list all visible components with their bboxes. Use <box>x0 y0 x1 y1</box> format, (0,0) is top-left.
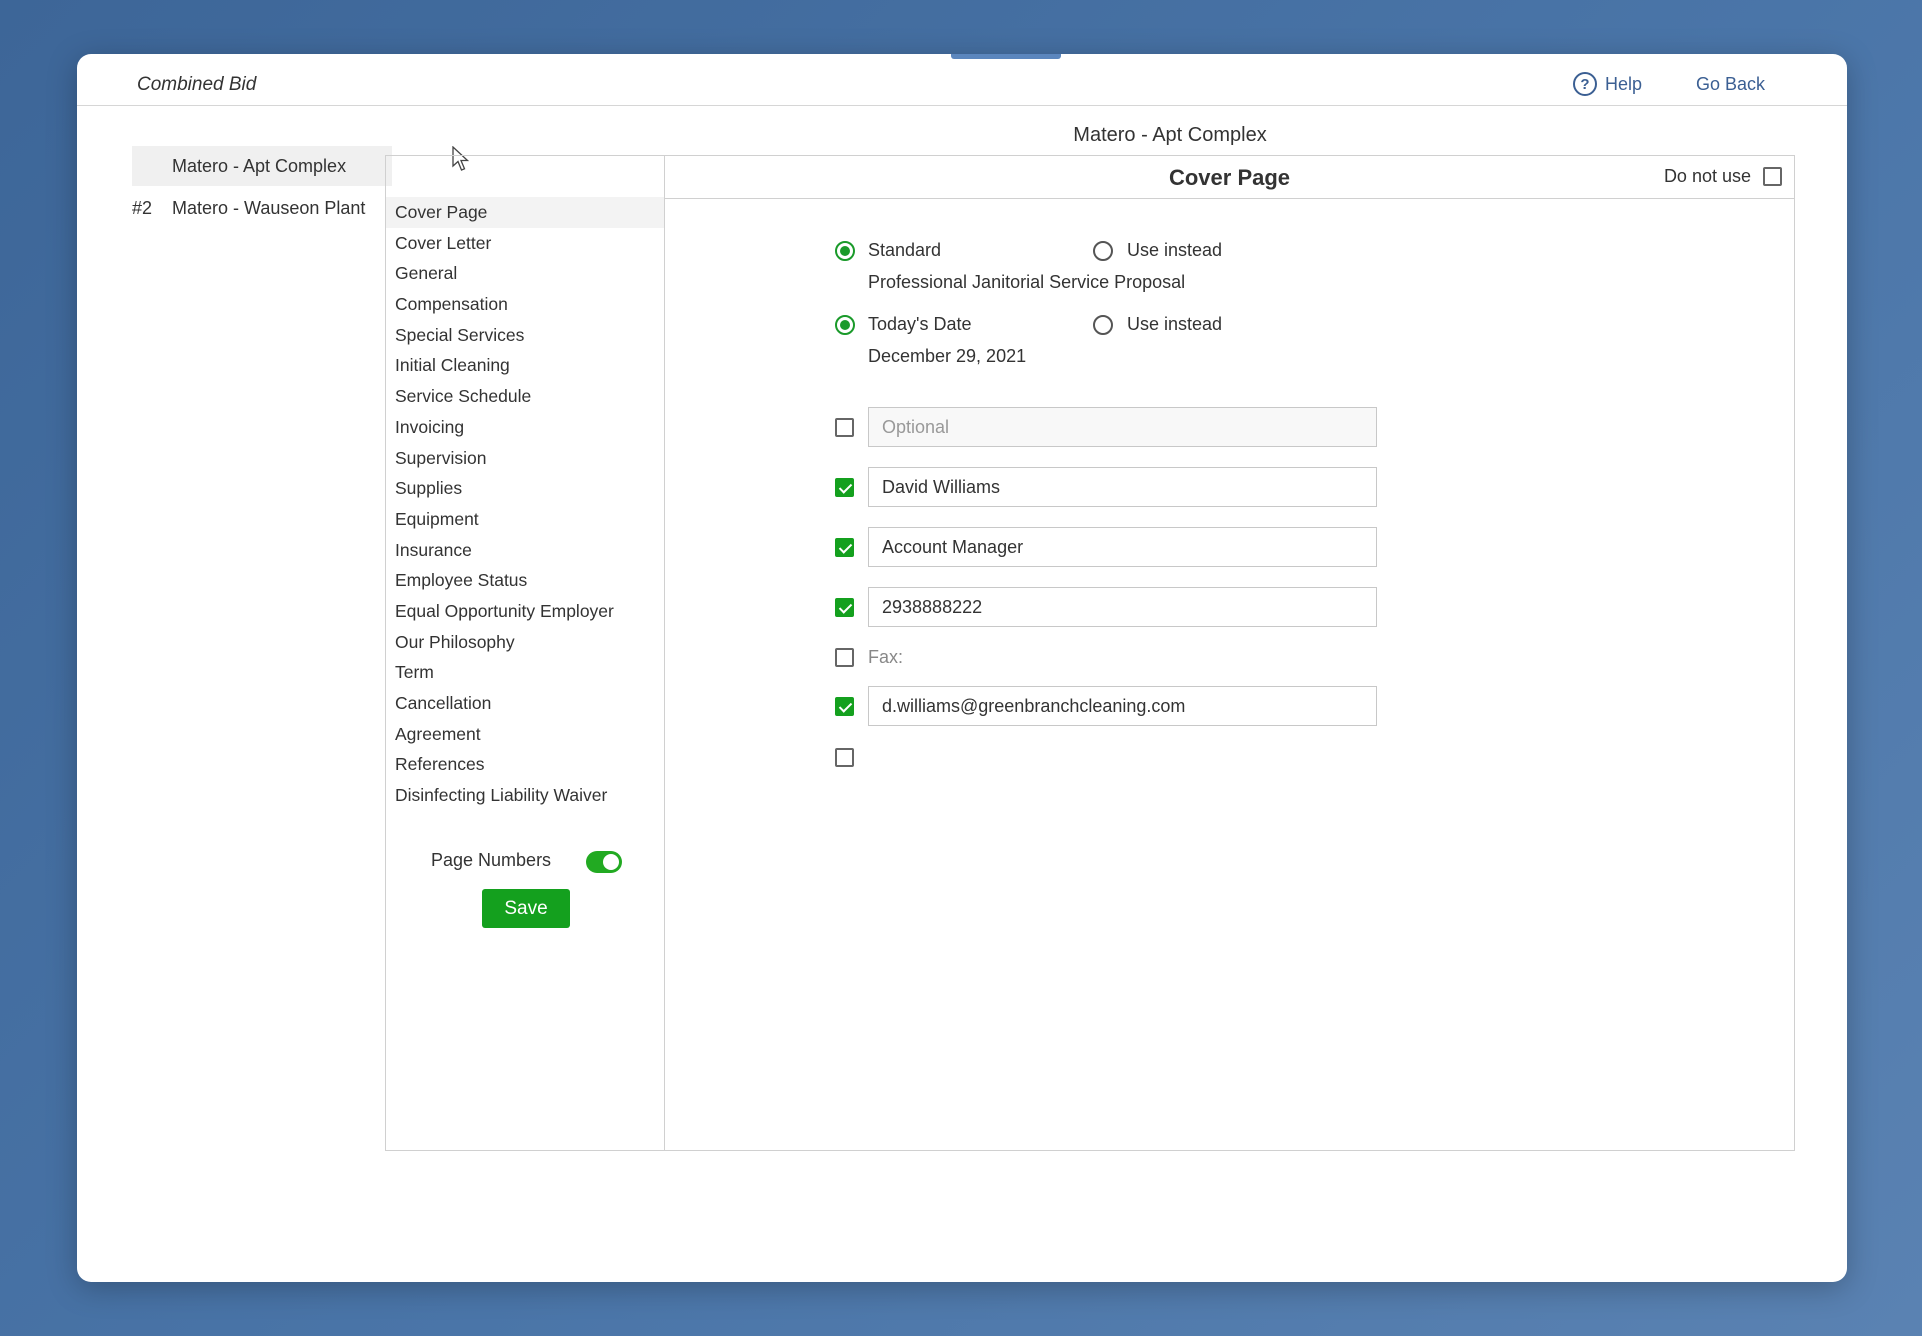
standard-title-value: Professional Janitorial Service Proposal <box>868 272 1186 292</box>
todays-date-label: Today's Date <box>868 314 972 334</box>
section-item-cover-letter[interactable]: Cover Letter <box>386 228 664 259</box>
section-item-general[interactable]: General <box>386 258 664 289</box>
section-item-references[interactable]: References <box>386 749 664 780</box>
help-label: Help <box>1605 73 1643 94</box>
toggle-knob <box>603 854 619 870</box>
app-header: Combined Bid ? Help Go Back <box>77 54 1847 106</box>
section-item-supplies[interactable]: Supplies <box>386 473 664 504</box>
section-item-employee-status[interactable]: Employee Status <box>386 565 664 596</box>
extra-field-checkbox[interactable] <box>835 748 854 767</box>
do-not-use-checkbox[interactable] <box>1763 167 1782 186</box>
section-nav: Cover Page Cover Letter General Compensatio… <box>386 156 665 1150</box>
bid-number: #2 <box>132 198 153 218</box>
content-header: Cover Page Do not use <box>665 156 1794 199</box>
name-field-checkbox[interactable] <box>835 478 854 497</box>
section-item-our-philosophy[interactable]: Our Philosophy <box>386 627 664 658</box>
section-item-initial-cleaning[interactable]: Initial Cleaning <box>386 350 664 381</box>
optional-field-checkbox[interactable] <box>835 418 854 437</box>
bid-item-wauseon-plant[interactable]: #2 Matero - Wauseon Plant <box>132 188 392 228</box>
standard-title-radio[interactable] <box>835 241 855 261</box>
todays-date-value: December 29, 2021 <box>868 346 1027 366</box>
email-input[interactable] <box>868 686 1377 726</box>
fax-field-checkbox[interactable] <box>835 648 854 667</box>
section-list: Cover Page Cover Letter General Compensatio… <box>386 197 664 811</box>
app-window: Combined Bid ? Help Go Back Matero - Apt… <box>77 54 1847 1282</box>
standard-title-label: Standard <box>868 240 942 260</box>
section-item-cover-page[interactable]: Cover Page <box>386 197 664 228</box>
date-use-instead-label: Use instead <box>1127 314 1223 334</box>
bid-list: Matero - Apt Complex #2 Matero - Wauseon… <box>132 146 392 228</box>
help-link[interactable]: ? Help <box>1573 72 1642 96</box>
do-not-use-label: Do not use <box>1663 166 1751 186</box>
section-item-cancellation[interactable]: Cancellation <box>386 688 664 719</box>
section-item-service-schedule[interactable]: Service Schedule <box>386 381 664 412</box>
save-button[interactable]: Save <box>482 889 570 928</box>
section-item-term[interactable]: Term <box>386 657 664 688</box>
bid-name: Matero - Wauseon Plant <box>172 198 366 218</box>
section-item-agreement[interactable]: Agreement <box>386 719 664 750</box>
fax-label: Fax: <box>868 647 904 667</box>
editor-panel: Cover Page Cover Letter General Compensatio… <box>385 155 1795 1151</box>
content-title: Cover Page <box>1168 165 1291 190</box>
date-use-instead-radio[interactable] <box>1093 315 1113 335</box>
title-use-instead-radio[interactable] <box>1093 241 1113 261</box>
title-use-instead-label: Use instead <box>1127 240 1223 260</box>
job-title-input[interactable] <box>868 527 1377 567</box>
page-numbers-label: Page Numbers <box>431 850 552 870</box>
job-title-field-checkbox[interactable] <box>835 538 854 557</box>
property-title: Matero - Apt Complex <box>1073 124 1267 146</box>
section-item-equal-opportunity-employer[interactable]: Equal Opportunity Employer <box>386 596 664 627</box>
email-field-checkbox[interactable] <box>835 697 854 716</box>
section-item-special-services[interactable]: Special Services <box>386 320 664 351</box>
todays-date-radio[interactable] <box>835 315 855 335</box>
section-item-compensation[interactable]: Compensation <box>386 289 664 320</box>
section-item-supervision[interactable]: Supervision <box>386 443 664 474</box>
bid-item-apt-complex[interactable]: Matero - Apt Complex <box>132 146 392 186</box>
phone-input[interactable] <box>868 587 1377 627</box>
app-title: Combined Bid <box>137 74 257 95</box>
section-item-equipment[interactable]: Equipment <box>386 504 664 535</box>
do-not-use: Do not use <box>1664 166 1782 187</box>
optional-input[interactable] <box>868 407 1377 447</box>
go-back-link[interactable]: Go Back <box>1696 74 1765 95</box>
section-item-insurance[interactable]: Insurance <box>386 535 664 566</box>
section-item-invoicing[interactable]: Invoicing <box>386 412 664 443</box>
phone-field-checkbox[interactable] <box>835 598 854 617</box>
section-item-disinfecting-liability-waiver[interactable]: Disinfecting Liability Waiver <box>386 780 664 811</box>
contact-name-input[interactable] <box>868 467 1377 507</box>
section-content: Cover Page Do not use Standard Use inste… <box>665 156 1794 1150</box>
page-numbers-toggle[interactable] <box>586 851 622 873</box>
question-circle-icon: ? <box>1573 72 1597 96</box>
bid-name: Matero - Apt Complex <box>172 156 347 176</box>
